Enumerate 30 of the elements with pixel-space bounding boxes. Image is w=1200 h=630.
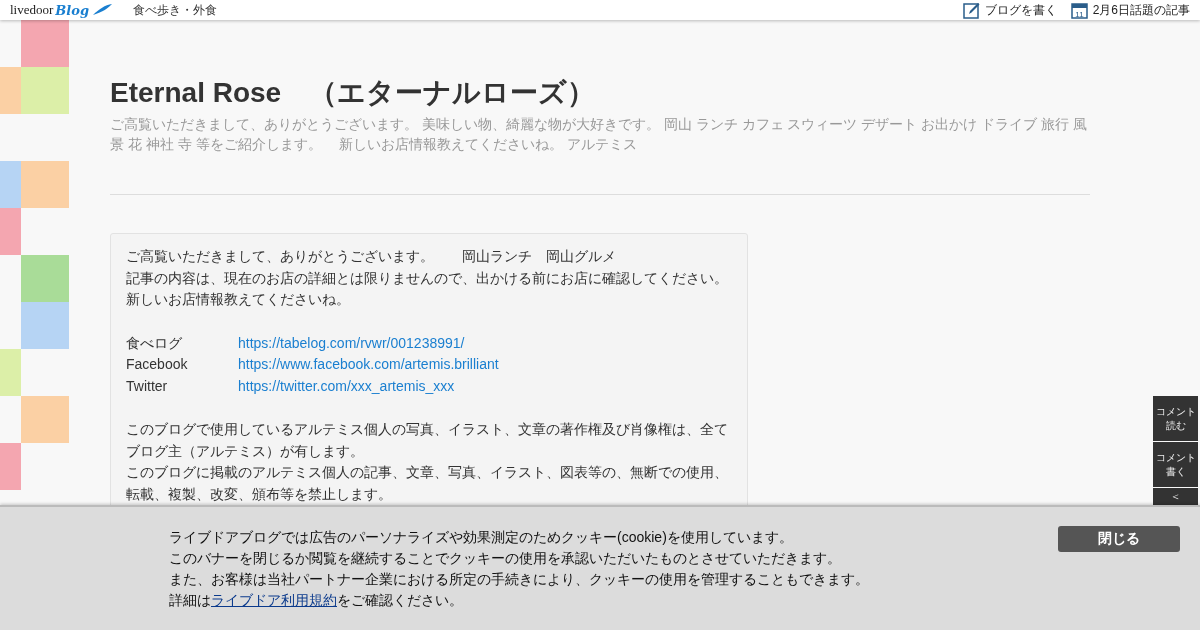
livedoor-blog-logo[interactable]: livedoorBlog	[10, 2, 113, 18]
notice-text: このブログで使用しているアルテミス個人の写真、イラスト、文章の著作権及び肖像権は、全て	[126, 420, 729, 439]
profile-link[interactable]: https://tabelog.com/rvwr/001238991/	[238, 332, 465, 354]
blog-title[interactable]: Eternal Rose （エターナルローズ）	[110, 74, 1090, 112]
category-link[interactable]: 食べ歩き・外食	[133, 1, 217, 19]
intro-text: 新しいお店情報教えてくださいね。	[126, 290, 351, 309]
link-label: Twitter	[126, 376, 169, 396]
cookie-text: ライブドアブログでは広告のパーソナライズや効果測定のためクッキー(cookie)を使用しています。	[169, 528, 794, 547]
pencil-icon	[962, 1, 980, 19]
trending-articles-link[interactable]: 11 2月6日話題の記事	[1070, 1, 1190, 19]
notice-text: 転載、複製、改変、頒布等を禁止します。	[126, 484, 393, 504]
notice-text: ブログ主（アルテミス）が有します。	[126, 441, 365, 461]
terms-link[interactable]: ライブドア利用規約	[211, 592, 337, 608]
cookie-text: 詳細はライブドア利用規約をご確認ください。	[169, 591, 464, 610]
link-label: Facebook	[126, 355, 189, 374]
write-blog-link[interactable]: ブログを書く	[962, 1, 1057, 19]
link-label: 食べログ	[126, 333, 183, 353]
profile-link[interactable]: https://www.facebook.com/artemis.brilliant	[238, 354, 499, 376]
intro-text: ご高覧いただきまして、ありがとうございます。 岡山ランチ 岡山グルメ	[126, 247, 617, 266]
cookie-text: このバナーを閉じるか閲覧を継続することでクッキーの使用を承認いただいたものとさせていただきます。	[169, 549, 842, 568]
blog-description: ご高覧いただきまして、ありがとうございます。 美味しい物、綺麗な物が大好きです。 岡山 ランチ カフェ スウィーツ デザート お出かけ ドライブ 旅行 風景 花 神社 寺 等をご紹介します。 新しいお店情報教えてくださいね。 アルテミス	[110, 115, 1088, 154]
calendar-icon: 11	[1070, 1, 1088, 19]
profile-link[interactable]: https://twitter.com/xxx_artemis_xxx	[238, 375, 455, 397]
close-button[interactable]: 閉じる	[1058, 526, 1180, 552]
cookie-text: また、お客様は当社パートナー企業における所定の手続きにより、クッキーの使用を管理することもできます。	[169, 570, 869, 589]
intro-text: 記事の内容は、現在のお店の詳細とは限りませんので、出かける前にお店に確認してください。	[126, 268, 729, 288]
collapse-button[interactable]: ＜	[1153, 488, 1198, 505]
comment-button[interactable]: コメント 読む	[1153, 396, 1198, 441]
comment-button[interactable]: コメント 書く	[1153, 442, 1198, 487]
notice-text: このブログに掲載のアルテミス個人の記事、文章、写真、イラスト、図表等の、無断での使用、	[126, 463, 729, 482]
